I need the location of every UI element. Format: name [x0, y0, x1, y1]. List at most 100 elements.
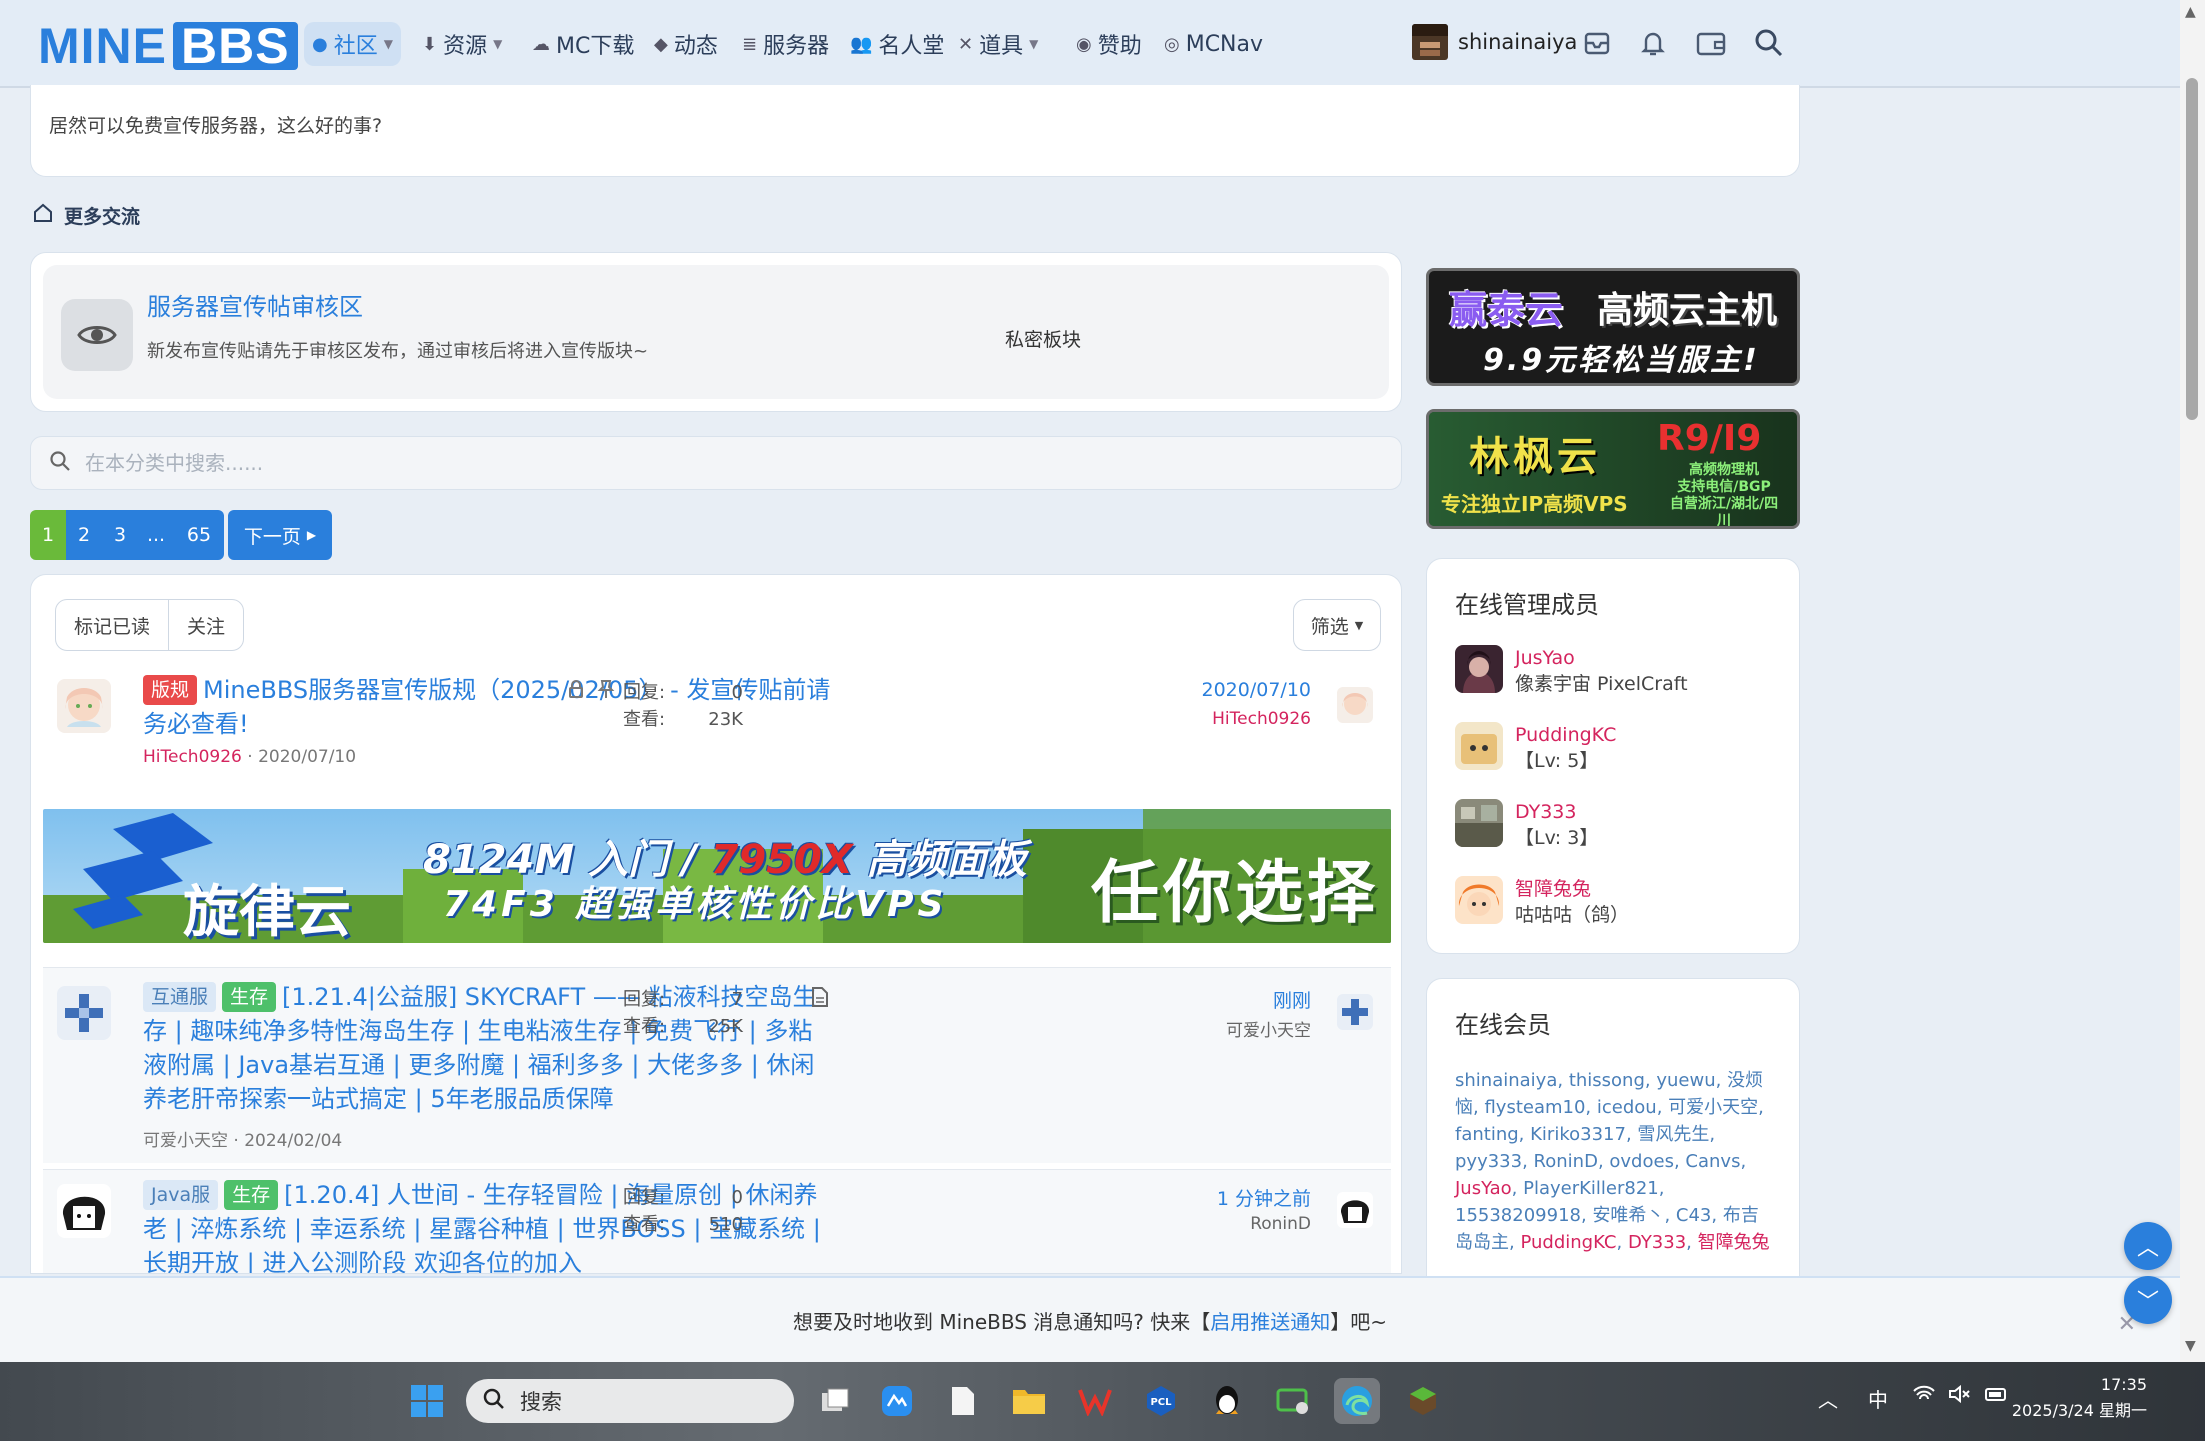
nav-hall-of-fame[interactable]: 👥 名人堂	[842, 22, 952, 66]
thread-author-link[interactable]: 可爱小天空	[143, 1131, 228, 1151]
inbox-icon[interactable]	[1580, 26, 1614, 60]
online-member-link[interactable]: RoninD	[1534, 1151, 1598, 1172]
site-logo[interactable]: MINE BBS	[38, 18, 298, 74]
page-last-button[interactable]: 65	[174, 510, 224, 560]
nav-community[interactable]: ● 社区 ▼	[304, 22, 401, 66]
last-post-user[interactable]: 可爱小天空	[1226, 1016, 1311, 1041]
online-member-link[interactable]: ovdoes	[1609, 1151, 1674, 1172]
avatar[interactable]	[57, 679, 111, 733]
scroll-up-arrow-icon[interactable]: ▲	[2185, 4, 2196, 20]
staff-member[interactable]: PuddingKC 【Lv: 5】	[1455, 722, 1616, 774]
subforum-item[interactable]: 服务器宣传帖审核区 新发布宣传贴请先于审核区发布，通过审核后将进入宣传版块~ 私…	[43, 265, 1389, 399]
wallet-icon[interactable]	[1694, 26, 1728, 60]
taskbar-search[interactable]: 搜索	[466, 1379, 794, 1423]
nav-mc-download[interactable]: ☁ MC下载	[524, 22, 642, 66]
avatar[interactable]	[1455, 799, 1503, 847]
last-post-time[interactable]: 刚刚	[1273, 986, 1311, 1013]
thread-row[interactable]: 互通服 生存 [1.21.4|公益服] SKYCRAFT —— 粘液科技空岛生存 |…	[43, 967, 1391, 1163]
bell-icon[interactable]	[1636, 26, 1670, 60]
online-member-link[interactable]: JusYao	[1455, 1178, 1512, 1199]
scroll-top-button[interactable]: ︿	[2124, 1222, 2172, 1270]
avatar[interactable]	[57, 1184, 111, 1238]
pcl-launcher-icon[interactable]: PCL	[1138, 1378, 1184, 1424]
thread-row[interactable]: 版规 MineBBS服务器宣传版规（2025/02/05） - 发宣传贴前请务必查…	[43, 669, 1391, 809]
user-menu[interactable]: shinainaiya	[1412, 24, 1577, 60]
online-member-link[interactable]: DY333	[1628, 1232, 1686, 1253]
staff-member[interactable]: 智障兔兔 咕咕咕（鸽）	[1455, 876, 1629, 928]
page-scrollbar[interactable]: ▲ ▼	[2180, 0, 2205, 1362]
ad-yingtaiyun[interactable]: 赢泰云 高频云主机 9.9元轻松当服主!	[1426, 268, 1800, 386]
online-member-link[interactable]: 安唯希丶	[1592, 1205, 1664, 1226]
battery-icon[interactable]	[1984, 1384, 2010, 1409]
minecraft-icon[interactable]	[1400, 1378, 1446, 1424]
online-member-link[interactable]: PuddingKC	[1520, 1232, 1616, 1253]
nav-servers[interactable]: ≣ 服务器	[734, 22, 837, 66]
task-view-icon[interactable]	[812, 1378, 858, 1424]
last-post-time[interactable]: 1 分钟之前	[1217, 1184, 1311, 1211]
avatar[interactable]	[1337, 1192, 1373, 1228]
online-member-link[interactable]: Canvs	[1685, 1151, 1740, 1172]
filter-button[interactable]: 筛选 ▼	[1293, 599, 1381, 651]
volume-muted-icon[interactable]	[1948, 1384, 1972, 1409]
file-icon[interactable]	[940, 1378, 986, 1424]
last-post-user[interactable]: HiTech0926	[1212, 709, 1311, 729]
scroll-down-arrow-icon[interactable]: ▼	[2185, 1338, 2196, 1354]
staff-name[interactable]: 智障兔兔	[1515, 876, 1629, 902]
online-member-link[interactable]: icedou	[1597, 1097, 1657, 1118]
thread-author-link[interactable]: HiTech0926	[143, 747, 242, 767]
staff-name[interactable]: DY333	[1515, 799, 1598, 825]
online-member-link[interactable]: pyy333	[1455, 1151, 1522, 1172]
edge-browser-icon[interactable]	[1334, 1378, 1380, 1424]
wifi-icon[interactable]	[1912, 1384, 1936, 1409]
follow-button[interactable]: 关注	[169, 600, 243, 650]
ad-banner-xuanlvyun[interactable]: 旋律云 8124M 入门 / 7950X 高频面板 74F3 超强单核性价比VP…	[43, 809, 1391, 943]
nav-activity[interactable]: ◆ 动态	[646, 22, 726, 66]
avatar[interactable]	[1455, 722, 1503, 770]
windows-start-icon[interactable]	[404, 1378, 450, 1424]
meeting-app-icon[interactable]	[874, 1378, 920, 1424]
online-member-link[interactable]: C43	[1676, 1205, 1711, 1226]
nav-tools[interactable]: ✕ 道具 ▼	[950, 22, 1046, 66]
next-page-button[interactable]: 下一页 ▶	[228, 510, 332, 560]
online-member-link[interactable]: yuewu	[1656, 1070, 1715, 1091]
staff-name[interactable]: PuddingKC	[1515, 722, 1616, 748]
ad-linfengyun[interactable]: 林枫云 R9/I9 高频物理机 支持电信/BGP 自营浙江/湖北/四川 专注独立…	[1426, 409, 1800, 529]
online-member-link[interactable]: fanting	[1455, 1124, 1519, 1145]
online-member-link[interactable]: 雪风先生	[1637, 1124, 1709, 1145]
online-member-link[interactable]: 智障兔兔	[1698, 1232, 1770, 1253]
mark-read-button[interactable]: 标记已读	[56, 600, 170, 650]
nav-mcnav[interactable]: ◎ MCNav	[1156, 22, 1271, 66]
chevron-up-icon[interactable]: ︿	[1818, 1384, 1838, 1413]
page-3-button[interactable]: 3	[102, 510, 138, 560]
last-post-time[interactable]: 2020/07/10	[1201, 679, 1311, 701]
online-member-link[interactable]: flysteam10	[1484, 1097, 1585, 1118]
online-member-link[interactable]: shinainaiya	[1455, 1070, 1557, 1091]
online-member-link[interactable]: Kiriko3317	[1530, 1124, 1626, 1145]
avatar[interactable]	[1337, 687, 1373, 723]
staff-name[interactable]: JusYao	[1515, 645, 1688, 671]
last-post-user[interactable]: RoninD	[1250, 1214, 1311, 1234]
avatar[interactable]	[57, 986, 111, 1040]
folder-icon[interactable]	[1006, 1378, 1052, 1424]
page-1-button[interactable]: 1	[30, 510, 66, 560]
thread-row[interactable]: Java服 生存 [1.20.4] 人世间 - 生存轻冒险 | 海量原创 | 休闲养…	[43, 1169, 1391, 1273]
avatar[interactable]	[1337, 994, 1373, 1030]
page-ellipsis-button[interactable]: ...	[138, 510, 174, 560]
nav-resources[interactable]: ⬇ 资源 ▼	[414, 22, 510, 66]
subforum-title-link[interactable]: 服务器宣传帖审核区	[147, 287, 363, 322]
search-input[interactable]	[85, 451, 1285, 475]
avatar[interactable]	[1455, 876, 1503, 924]
staff-member[interactable]: DY333 【Lv: 3】	[1455, 799, 1598, 851]
scroll-bottom-button[interactable]: ﹀	[2124, 1276, 2172, 1324]
nav-sponsor[interactable]: ◉ 赞助	[1068, 22, 1150, 66]
input-method-indicator[interactable]: 中	[1868, 1384, 1888, 1413]
search-icon[interactable]	[1752, 26, 1786, 60]
online-member-link[interactable]: thissong	[1569, 1070, 1645, 1091]
enable-push-link[interactable]: 启用推送通知	[1210, 1306, 1330, 1335]
wps-icon[interactable]	[1072, 1378, 1118, 1424]
avatar[interactable]	[1455, 645, 1503, 693]
qq-icon[interactable]	[1204, 1378, 1250, 1424]
online-member-link[interactable]: 可爱小天空	[1668, 1097, 1758, 1118]
screen-recorder-icon[interactable]	[1270, 1378, 1316, 1424]
staff-member[interactable]: JusYao 像素宇宙 PixelCraft	[1455, 645, 1688, 697]
